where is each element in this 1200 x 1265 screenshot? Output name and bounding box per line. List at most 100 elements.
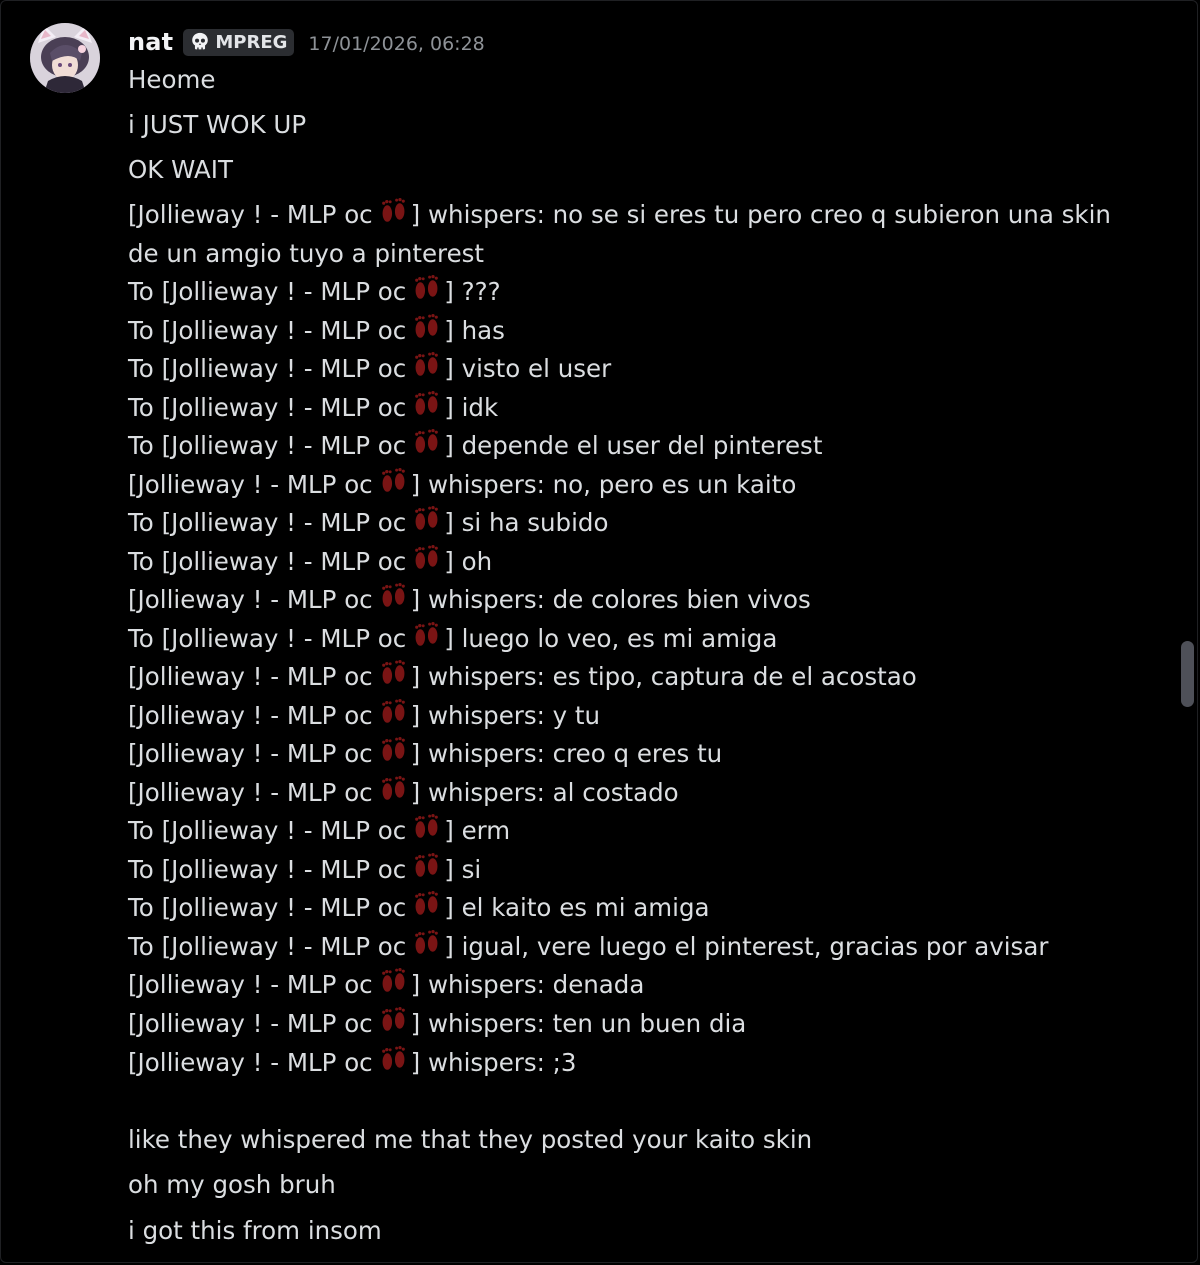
message-line: [Jollieway ! - MLP oc ] whispers: denada: [128, 966, 1123, 1005]
whisper-prefix: [Jollieway ! - MLP oc: [128, 1009, 373, 1038]
whisper-text: ] luego lo veo, es mi amiga: [444, 624, 778, 653]
footprints-icon: [415, 929, 439, 954]
message-text: i JUST WOK UP: [128, 110, 307, 139]
message-line: oh my gosh bruh: [128, 1166, 1123, 1205]
whisper-text: ] visto el user: [444, 354, 612, 383]
footprints-icon: [381, 775, 405, 800]
whisper-prefix: [Jollieway ! - MLP oc: [128, 662, 373, 691]
whisper-prefix: [Jollieway ! - MLP oc: [128, 970, 373, 999]
whisper-text: ] whispers: y tu: [410, 701, 601, 730]
whisper-prefix: [Jollieway ! - MLP oc: [128, 739, 373, 768]
message-line: like they whispered me that they posted …: [128, 1121, 1123, 1160]
message-line: [Jollieway ! - MLP oc] whispers: no se s…: [128, 196, 1123, 273]
footprints-icon: [415, 428, 439, 453]
footprints-icon: [415, 852, 439, 877]
whisper-prefix: To [Jollieway ! - MLP oc: [128, 316, 407, 345]
avatar[interactable]: [30, 23, 100, 93]
whisper-text: ] whispers: de colores bien vivos: [410, 585, 811, 614]
role-tag-label: MPREG: [215, 31, 288, 53]
message-line: To [Jollieway ! - MLP oc ] si: [128, 851, 1123, 890]
whisper-text: ] ???: [444, 277, 501, 306]
message-text: OK WAIT: [128, 155, 233, 184]
footprints-icon: [415, 351, 439, 376]
whisper-text: ] has: [444, 316, 505, 345]
footprints-icon: [381, 698, 405, 723]
message-line: [Jollieway ! - MLP oc ] whispers: creo q …: [128, 735, 1123, 774]
footprints-icon: [381, 582, 405, 607]
message-line: [Jollieway ! - MLP oc ] whispers: no, per…: [128, 466, 1123, 505]
whisper-prefix: To [Jollieway ! - MLP oc: [128, 624, 407, 653]
whisper-prefix: [Jollieway ! - MLP oc: [128, 778, 373, 807]
message-line: Heome: [128, 61, 1123, 100]
chat-window: nat MPREG 17/01/2026, 06:28 Heome i JUST …: [0, 0, 1198, 1263]
skull-icon: [192, 32, 209, 50]
message-line: i JUST WOK UP: [128, 106, 1123, 145]
footprints-icon: [415, 313, 439, 338]
whisper-text: ] whispers: ;3: [410, 1048, 577, 1077]
whisper-text: ] whispers: creo q eres tu: [410, 739, 723, 768]
message-line: [Jollieway ! - MLP oc ] whispers: y tu: [128, 697, 1123, 736]
whisper-prefix: To [Jollieway ! - MLP oc: [128, 547, 407, 576]
message-text: oh my gosh bruh: [128, 1170, 336, 1199]
whisper-text: ] whispers: ten un buen dia: [410, 1009, 747, 1038]
footprints-icon: [415, 390, 439, 415]
footprints-icon: [415, 274, 439, 299]
message-text: like they whispered me that they posted …: [128, 1125, 813, 1154]
whisper-text: ] si: [444, 855, 482, 884]
whisper-text: ] el kaito es mi amiga: [444, 893, 710, 922]
message-header: nat MPREG 17/01/2026, 06:28: [128, 25, 485, 59]
message-line: To [Jollieway ! - MLP oc] oh: [128, 543, 1123, 582]
footprints-icon: [381, 1006, 405, 1031]
whisper-text: ] igual, vere luego el pinterest, gracia…: [444, 932, 1049, 961]
whisper-prefix: To [Jollieway ! - MLP oc: [128, 354, 407, 383]
whisper-prefix: To [Jollieway ! - MLP oc: [128, 393, 407, 422]
whisper-text: ] idk: [444, 393, 499, 422]
whisper-prefix: To [Jollieway ! - MLP oc: [128, 508, 407, 537]
footprints-icon: [415, 813, 439, 838]
message-line: To [Jollieway ! - MLP oc ] has: [128, 312, 1123, 351]
message-line: OK WAIT: [128, 151, 1123, 190]
footprints-icon: [381, 1045, 405, 1070]
footprints-icon: [415, 544, 439, 569]
message-line: To [Jollieway ! - MLP oc ] idk: [128, 389, 1123, 428]
whisper-text: ] whispers: es tipo, captura de el acost…: [410, 662, 917, 691]
footprints-icon: [381, 967, 405, 992]
message-line: [Jollieway ! - MLP oc ] whispers: ;3: [128, 1044, 1123, 1083]
message-line: [Jollieway ! - MLP oc ] whispers: ten un …: [128, 1005, 1123, 1044]
message-line: To [Jollieway ! - MLP oc ] depende el use…: [128, 427, 1123, 466]
whisper-prefix: To [Jollieway ! - MLP oc: [128, 816, 407, 845]
message-line: To [Jollieway ! - MLP oc ] si ha subido: [128, 504, 1123, 543]
whisper-prefix: To [Jollieway ! - MLP oc: [128, 855, 407, 884]
whisper-prefix: To [Jollieway ! - MLP oc: [128, 431, 407, 460]
whisper-text: ] erm: [444, 816, 511, 845]
role-tag[interactable]: MPREG: [183, 28, 295, 56]
footprints-icon: [381, 467, 405, 492]
footprints-icon: [381, 197, 405, 222]
message-line: To [Jollieway ! - MLP oc ] ???: [128, 273, 1123, 312]
message-line: To [Jollieway ! - MLP oc ] visto el user: [128, 350, 1123, 389]
username[interactable]: nat: [128, 28, 173, 56]
message-line: To [Jollieway ! - MLP oc ] erm: [128, 812, 1123, 851]
whisper-prefix: To [Jollieway ! - MLP oc: [128, 893, 407, 922]
whisper-text: ] depende el user del pinterest: [444, 431, 823, 460]
whisper-text: ] whispers: denada: [410, 970, 645, 999]
message-text: i got this from insom: [128, 1216, 382, 1245]
whisper-prefix: [Jollieway ! - MLP oc: [128, 470, 373, 499]
whisper-text: ] whispers: no, pero es un kaito: [410, 470, 797, 499]
footprints-icon: [415, 890, 439, 915]
whisper-text: ] whispers: al costado: [410, 778, 679, 807]
whisper-prefix: [Jollieway ! - MLP oc: [128, 585, 373, 614]
footprints-icon: [415, 621, 439, 646]
whisper-prefix: To [Jollieway ! - MLP oc: [128, 277, 407, 306]
whisper-prefix: [Jollieway ! - MLP oc: [128, 1048, 373, 1077]
message-line: To [Jollieway ! - MLP oc] igual, vere lu…: [128, 928, 1123, 967]
footprints-icon: [381, 659, 405, 684]
scrollbar-thumb[interactable]: [1181, 641, 1194, 707]
whisper-text: ] si ha subido: [444, 508, 609, 537]
message-line: [Jollieway ! - MLP oc ] whispers: es tipo…: [128, 658, 1123, 697]
message-line: To [Jollieway ! - MLP oc ] luego lo veo, …: [128, 620, 1123, 659]
message-line: [Jollieway ! - MLP oc ] whispers: de colo…: [128, 581, 1123, 620]
whisper-prefix: [Jollieway ! - MLP oc: [128, 701, 373, 730]
message-line: i got this from insom: [128, 1212, 1123, 1251]
message-text: Heome: [128, 65, 216, 94]
